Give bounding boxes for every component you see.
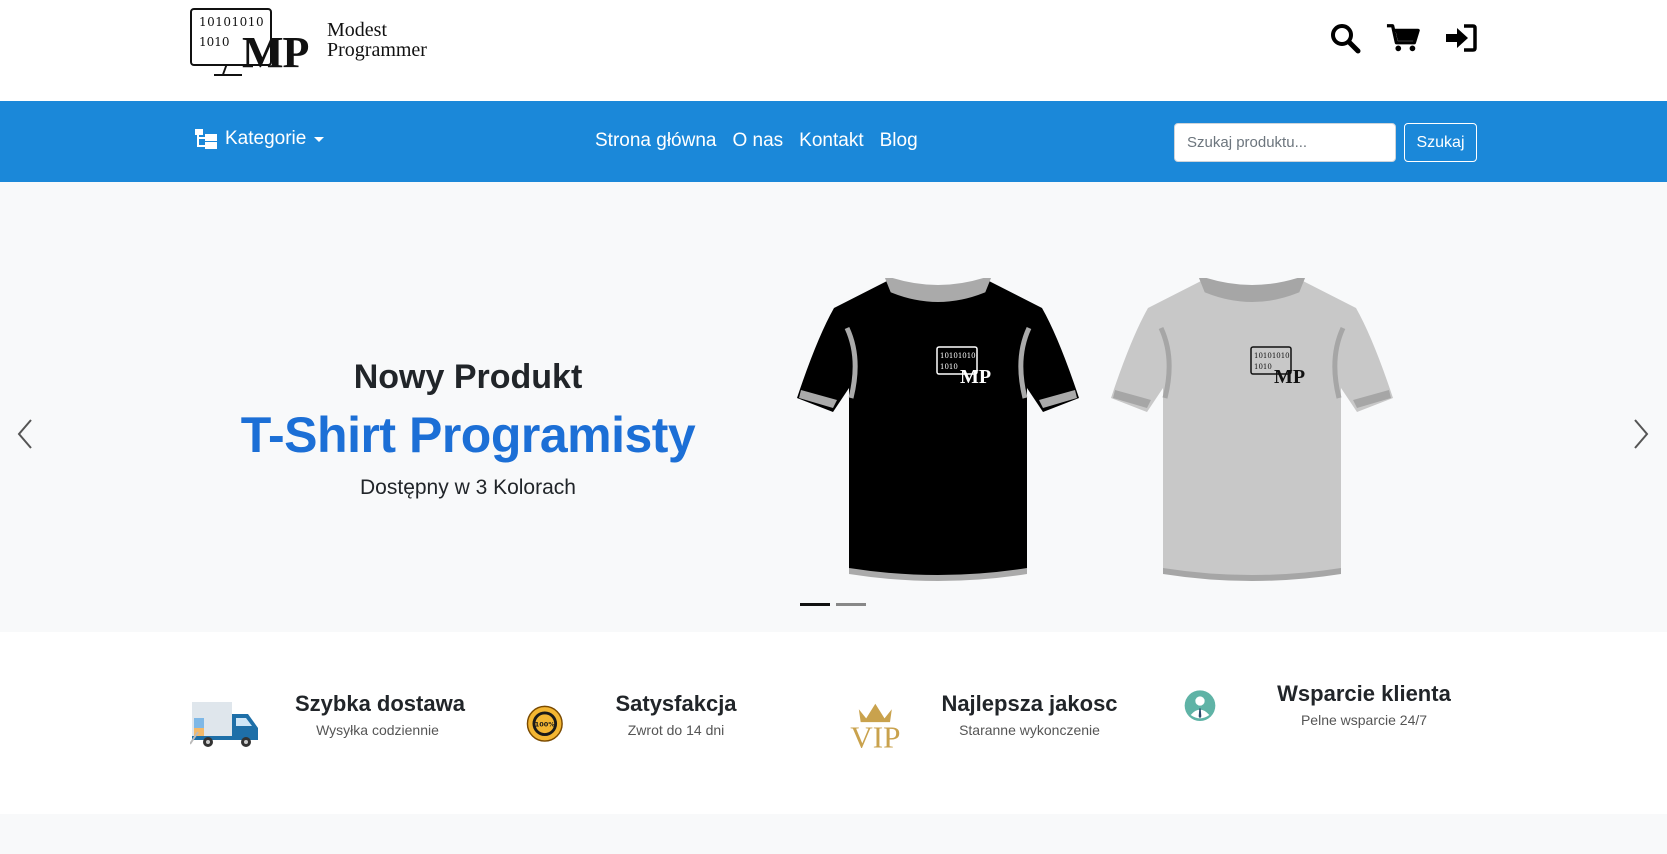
support-agent-icon [1184,690,1216,721]
nav-link-home[interactable]: Strona główna [595,130,716,152]
vip-crown-icon: VIP [850,703,900,755]
feature-title: Satysfakcja [615,691,737,716]
feature-best-quality: VIP Najlepsza jakosc Staranne wykonczeni… [846,688,1126,758]
feature-title: Najlepsza jakosc [941,691,1118,716]
svg-text:100%: 100% [535,721,556,729]
categories-label: Kategorie [225,128,307,149]
feature-satisfaction: 100% Satysfakcja Zwrot do 14 dni [526,688,786,758]
feature-description: Zwrot do 14 dni [627,722,725,738]
logo-monitor-stand [214,66,242,76]
hero-carousel: Nowy Produkt T-Shirt Programisty Dostępn… [0,182,1667,632]
carousel-indicator-1[interactable] [800,603,830,606]
feature-title: Wsparcie klienta [1277,681,1451,706]
shirt-logo-monogram: MP [960,366,991,388]
carousel-indicators [800,603,866,606]
feature-customer-support: Wsparcie klienta Pelne wsparcie 24/7 [1184,678,1454,748]
shirt-logo-binary1: 10101010 [940,352,976,360]
nav-link-contact[interactable]: Kontakt [799,130,863,152]
logo-monogram: MP [242,28,309,77]
chevron-left-icon [17,419,32,449]
hero-title: T-Shirt Programisty [240,407,696,463]
search-icon[interactable] [1328,21,1362,55]
nav-link-about[interactable]: O nas [732,130,783,152]
carousel-prev-button[interactable] [10,414,40,454]
cart-icon[interactable] [1386,21,1420,55]
feature-fast-delivery: Szybka dostawa Wysyłka codziennie [190,688,490,758]
grey-tshirt-image: 10101010 1010 MP [1111,278,1393,581]
header-icons [1328,20,1478,56]
search-input[interactable] [1174,123,1396,162]
top-header: 10101010 1010 MP Modest Programmer [0,0,1667,101]
chevron-down-icon [314,136,325,142]
nav-link-blog[interactable]: Blog [880,130,918,152]
feature-description: Staranne wykonczenie [959,722,1100,738]
black-tshirt-image: 10101010 1010 MP [797,278,1079,581]
logo-binary-line2: 1010 [199,35,230,49]
shirt-logo-binary2: 1010 [1254,363,1272,371]
svg-text:VIP: VIP [850,720,900,755]
carousel-next-button[interactable] [1626,414,1656,454]
features-section: Szybka dostawa Wysyłka codziennie 100% S… [0,632,1667,814]
shirt-logo-monogram: MP [1274,366,1305,388]
logo-text: Modest Programmer [327,20,427,60]
hero-subtitle: Nowy Produkt [353,358,583,396]
main-navbar: Kategorie Strona główna O nas Kontakt Bl… [0,101,1667,182]
logo-name-line1: Modest [327,19,387,41]
categories-dropdown[interactable]: Kategorie [195,128,325,150]
search-button[interactable]: Szukaj [1404,123,1477,162]
categories-tree-icon [195,129,217,149]
feature-title: Szybka dostawa [295,691,465,716]
hero-caption: Nowy Produkt T-Shirt Programisty Dostępn… [218,357,718,501]
hero-description: Dostępny w 3 Kolorach [360,476,576,499]
nav-links: Strona główna O nas Kontakt Blog [595,130,918,152]
feature-description: Wysyłka codziennie [316,722,439,738]
logo-binary-line1: 10101010 [199,15,265,29]
chevron-right-icon [1634,419,1649,449]
carousel-indicator-2[interactable] [836,603,866,606]
logo-name-line2: Programmer [327,39,427,61]
sign-in-icon[interactable] [1444,21,1478,55]
next-section-band [0,814,1667,854]
shirt-logo-binary1: 10101010 [1254,352,1290,360]
feature-description: Pelne wsparcie 24/7 [1300,712,1428,728]
shirt-logo-binary2: 1010 [940,363,958,371]
satisfaction-badge-icon: 100% [526,705,563,742]
site-logo[interactable]: 10101010 1010 MP Modest Programmer [190,8,455,77]
delivery-truck-icon [190,702,258,747]
